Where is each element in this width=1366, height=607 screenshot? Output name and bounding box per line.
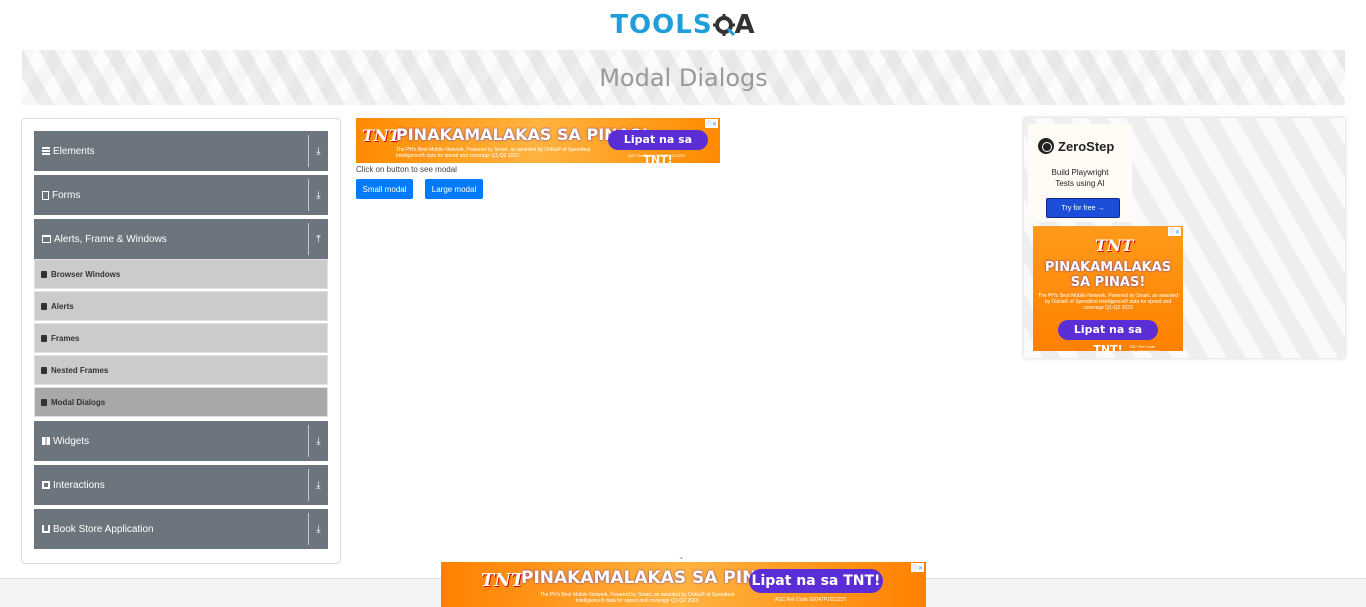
ad-banner-bottom[interactable]: TNT PINAKAMALAKAS SA PINAS! Lipat na sa … [441,562,926,607]
tnt-logo: TNT [362,126,401,145]
html-icon [41,270,47,278]
ad-ref-code: ASC Ref Code S0047P101323T [628,153,686,158]
sidebar-group-label: Elements [53,145,95,157]
sidebar-group-widgets[interactable]: Widgets ⤓ [34,421,328,461]
sidebar-group-label: Alerts, Frame & Windows [54,233,167,245]
sidebar-group-label: Book Store Application [53,523,154,535]
right-ad-panel: ZeroStep Build Playwright Tests using AI… [1024,118,1345,358]
ad-cta-button[interactable]: Lipat na sa TNT! [608,130,708,163]
zerostep-brand-text: ZeroStep [1058,138,1115,154]
ad-ref-code: ASC Ref Code S0047P101323T [1129,344,1159,351]
zerostep-tagline-line2: Tests using AI [1055,179,1105,188]
html-icon [41,366,47,374]
sidebar-item-alerts[interactable]: Alerts [34,291,328,321]
page-title-banner: Modal Dialogs [22,50,1345,105]
expand-arrow-icon[interactable]: ⤓ [308,425,328,457]
collapse-arrow-icon[interactable]: ⤒ [308,223,328,255]
zerostep-brand: ZeroStep [1038,138,1114,154]
expand-arrow-icon[interactable]: ⤓ [308,469,328,501]
sidebar-group-alerts-frame-windows[interactable]: Alerts, Frame & Windows ⤒ [34,219,328,259]
widgets-icon [42,437,50,445]
ad-fine-print: The PH's Best Mobile Network, Powered by… [1037,293,1179,311]
sidebar-group-interactions[interactable]: Interactions ⤓ [34,465,328,505]
large-modal-button[interactable]: Large modal [425,179,483,199]
sidebar-item-label: Modal Dialogs [51,397,106,407]
list-icon [42,147,50,155]
sidebar: Elements ⤓ Forms ⤓ Alerts, Frame & Windo… [21,118,341,564]
ad-headline-line1: PINAKAMALAKAS [1044,260,1172,275]
sidebar-group-elements[interactable]: Elements ⤓ [34,131,328,171]
sidebar-item-browser-windows[interactable]: Browser Windows [34,259,328,289]
toolsqa-logo[interactable]: TOOLS A [610,10,755,40]
expand-arrow-icon[interactable]: ⤓ [308,179,328,211]
ad-close-icon[interactable]: ⓘ✕ [910,563,924,572]
expand-arrow-icon[interactable]: ⤓ [308,135,328,167]
zerostep-logo-icon [1038,138,1054,154]
ad-close-icon[interactable]: ⓘ✕ [704,119,718,128]
sidebar-item-label: Nested Frames [51,365,109,375]
html-icon [41,302,47,310]
sidebar-item-label: Browser Windows [51,269,121,279]
sidebar-group-forms[interactable]: Forms ⤓ [34,175,328,215]
expand-arrow-icon[interactable]: ⤓ [308,513,328,545]
site-header: TOOLS A [0,0,1366,50]
sidebar-item-nested-frames[interactable]: Nested Frames [34,355,328,385]
logo-text-tools: TOOLS [610,10,713,40]
chevron-down-icon[interactable]: ⌄ [678,552,685,561]
tnt-logo: TNT [481,570,525,591]
sidebar-group-label: Interactions [53,479,105,491]
sidebar-item-label: Alerts [51,301,74,311]
html-icon [41,334,47,342]
ad-fine-print: The PH's Best Mobile Network, Powered by… [396,147,591,159]
zerostep-tagline-line1: Build Playwright [1051,168,1109,177]
ad-fine-print: The PH's Best Mobile Network, Powered by… [539,592,735,604]
sidebar-item-modal-dialogs[interactable]: Modal Dialogs [34,387,328,417]
ad-cta-button[interactable]: Lipat na sa TNT! [1058,320,1158,351]
zerostep-ad[interactable]: ZeroStep Build Playwright Tests using AI… [1028,124,1132,222]
sidebar-item-label: Frames [51,333,80,343]
zerostep-tagline: Build Playwright Tests using AI [1028,167,1132,189]
logo-text-qa: A [712,10,756,40]
ad-banner-side[interactable]: TNT PINAKAMALAKAS SA PINAS! The PH's Bes… [1033,226,1183,351]
ad-close-icon[interactable]: ⓘ✕ [1167,227,1181,236]
ad-headline-line2: SA PINAS! [1070,275,1146,290]
window-icon [42,235,51,243]
zerostep-try-button[interactable]: Try for free → [1046,198,1120,218]
sidebar-group-book-store[interactable]: Book Store Application ⤓ [34,509,328,549]
interactions-icon [42,481,50,489]
modal-instruction: Click on button to see modal [356,165,457,174]
tnt-logo: TNT [1095,236,1134,255]
ad-cta-button[interactable]: Lipat na sa TNT! [749,569,883,593]
html-icon [41,398,47,406]
bookstore-icon [42,525,50,533]
ad-banner-top[interactable]: TNT PINAKAMALAKAS SA PINAS! Lipat na sa … [356,118,720,163]
sidebar-group-label: Widgets [53,435,90,447]
gear-icon [712,14,735,37]
form-icon [42,190,49,200]
page-title: Modal Dialogs [599,63,768,92]
small-modal-button[interactable]: Small modal [356,179,413,199]
sidebar-item-frames[interactable]: Frames [34,323,328,353]
ad-headline: PINAKAMALAKAS SA PINAS! [1033,260,1183,290]
ad-ref-code: ASC Ref Code S0047P101323T [775,597,847,603]
sidebar-submenu: Browser Windows Alerts Frames Nested Fra… [34,259,328,417]
sidebar-group-label: Forms [52,189,81,201]
